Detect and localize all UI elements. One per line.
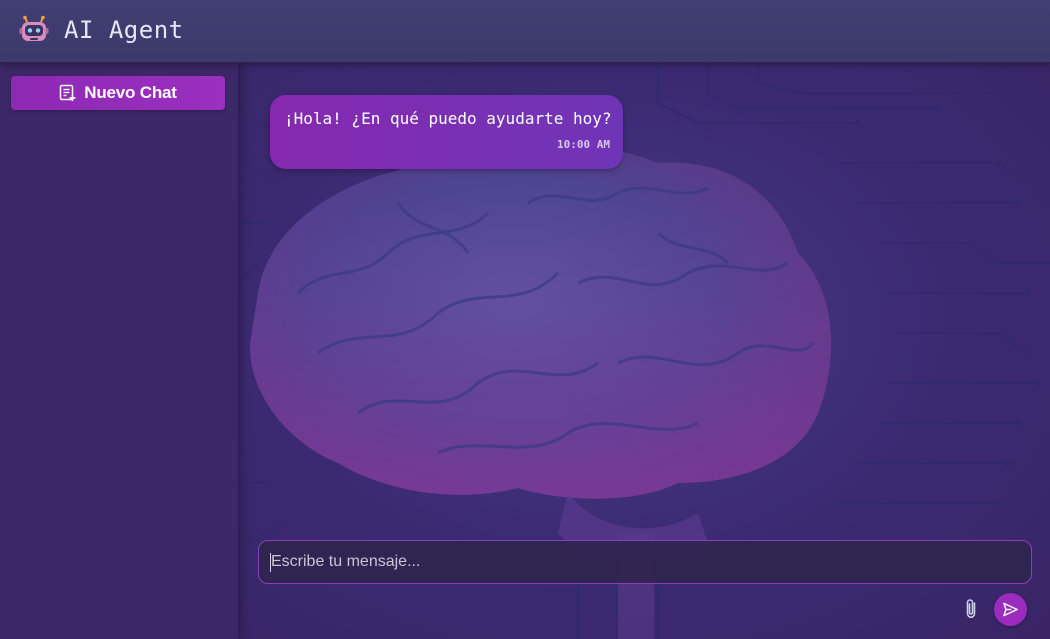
send-icon: [1003, 602, 1018, 617]
new-chat-icon: [60, 84, 76, 101]
robot-icon: [19, 15, 49, 41]
new-chat-label: Nuevo Chat: [84, 83, 177, 102]
app-window: AI Agent Nuevo Chat ¡Hola! ¿En qué puedo…: [0, 0, 1050, 639]
app-title: AI Agent: [64, 16, 184, 44]
header-bar: AI Agent: [0, 0, 1050, 63]
send-button[interactable]: [994, 593, 1027, 626]
sidebar: Nuevo Chat: [0, 63, 238, 639]
assistant-message-bubble: ¡Hola! ¿En qué puedo ayudarte hoy? 10:00…: [270, 95, 623, 169]
message-input[interactable]: [271, 541, 1011, 583]
attach-button[interactable]: [960, 597, 982, 621]
message-text: ¡Hola! ¿En qué puedo ayudarte hoy?: [284, 109, 612, 128]
paperclip-icon: [966, 599, 976, 619]
message-timestamp: 10:00 AM: [557, 138, 610, 151]
message-input-box: [258, 540, 1032, 584]
text-cursor: [270, 553, 271, 572]
new-chat-button[interactable]: Nuevo Chat: [11, 76, 225, 110]
